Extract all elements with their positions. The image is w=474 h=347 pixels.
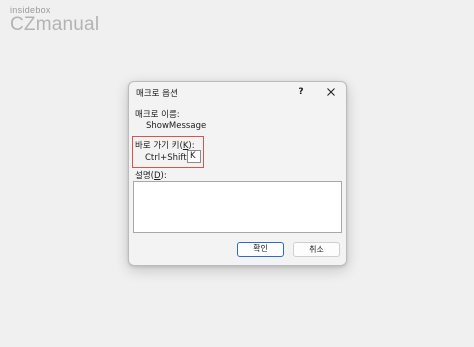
ok-button[interactable]: 확인 [237,242,284,257]
macro-name-label: 매크로 이름: [135,110,180,120]
close-button[interactable] [324,85,338,99]
dialog-titlebar[interactable]: 매크로 옵션 ? [129,82,346,102]
shortcut-key-label-prefix: 바로 가기 키( [135,141,183,151]
macro-options-dialog: 매크로 옵션 ? 매크로 이름: ShowMessage 바로 가기 키(K):… [128,81,347,266]
description-textarea[interactable] [133,181,342,233]
macro-name-value: ShowMessage [146,121,207,131]
help-button[interactable]: ? [294,85,308,99]
description-label: 설명(D): [135,169,167,181]
watermark-bottom-text: CZmanual [10,14,100,35]
shortcut-key-label: 바로 가기 키(K): [135,139,195,151]
close-icon [327,88,335,96]
description-label-suffix: ): [160,171,167,181]
description-label-prefix: 설명( [135,171,154,181]
watermark: insidebox CZmanual [10,6,100,35]
dialog-title: 매크로 옵션 [136,89,178,99]
shortcut-key-input[interactable]: K [187,150,201,163]
cancel-button[interactable]: 취소 [293,242,340,257]
